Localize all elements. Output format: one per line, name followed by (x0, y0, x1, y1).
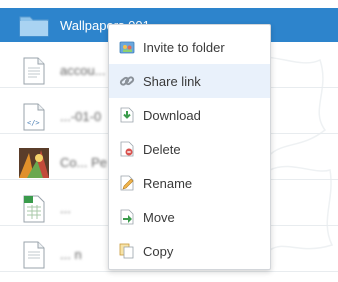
move-icon (119, 209, 135, 225)
menu-item-label: Copy (143, 243, 174, 259)
file-name: accou... (60, 63, 106, 78)
spreadsheet-icon (16, 194, 52, 224)
menu-item-label: Rename (143, 175, 193, 191)
menu-item-copy[interactable]: Copy (109, 234, 270, 268)
menu-item-label: Invite to folder (143, 39, 225, 55)
menu-item-delete[interactable]: Delete (109, 132, 270, 166)
svg-text:</>: </> (27, 119, 40, 127)
document-icon (16, 240, 52, 270)
rename-icon (119, 175, 135, 191)
file-name: ... n (60, 247, 82, 262)
context-menu: Invite to folder Share link Download Del… (108, 24, 271, 270)
menu-item-label: Download (143, 107, 201, 123)
file-name: ...-01-0 (60, 109, 102, 124)
download-icon (119, 107, 135, 123)
menu-item-invite-to-folder[interactable]: Invite to folder (109, 30, 270, 64)
menu-item-label: Share link (143, 73, 201, 89)
folder-icon (16, 10, 52, 40)
delete-icon (119, 141, 135, 157)
file-name: ... (60, 201, 71, 216)
share-link-icon (119, 73, 135, 89)
menu-item-download[interactable]: Download (109, 98, 270, 132)
menu-item-label: Delete (143, 141, 181, 157)
invite-folder-icon (119, 39, 135, 55)
menu-item-move[interactable]: Move (109, 200, 270, 234)
menu-item-label: Move (143, 209, 175, 225)
file-name: Co... Pe (60, 155, 107, 170)
document-icon (16, 56, 52, 86)
menu-item-rename[interactable]: Rename (109, 166, 270, 200)
image-thumbnail-icon (16, 147, 52, 178)
copy-icon (119, 243, 135, 259)
menu-item-share-link[interactable]: Share link (109, 64, 270, 98)
code-file-icon: </> (16, 102, 52, 132)
